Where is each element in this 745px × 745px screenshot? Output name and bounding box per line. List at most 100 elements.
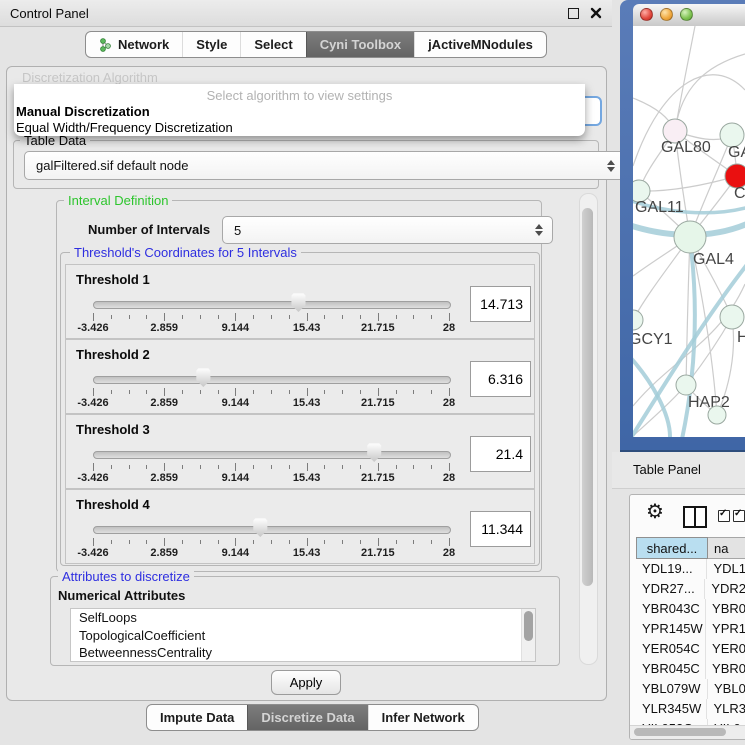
table-cell-name[interactable]: YLR3 <box>707 699 745 719</box>
network-edge[interactable] <box>675 26 695 131</box>
scrollbar-thumb[interactable] <box>524 611 533 641</box>
threshold-4-value-field[interactable]: 11.344 <box>470 511 531 547</box>
tab-impute-data[interactable]: Impute Data <box>147 705 247 730</box>
threshold-2-value-field[interactable]: 6.316 <box>470 361 531 397</box>
table-cell-name[interactable]: YBL0 <box>708 679 745 699</box>
tab-select[interactable]: Select <box>240 32 305 57</box>
combo-stepper-icon <box>535 224 543 236</box>
table-horizontal-scrollbar[interactable] <box>630 725 745 739</box>
table-cell-name[interactable]: YBR0 <box>706 599 745 619</box>
table-row[interactable]: YPR145WYPR1 <box>636 619 745 639</box>
tab-network[interactable]: Network <box>86 32 182 57</box>
zoom-traffic-light-icon[interactable] <box>680 8 693 21</box>
threshold-1-value-field[interactable]: 14.713 <box>470 286 531 322</box>
network-edge[interactable] <box>639 176 737 191</box>
number-of-intervals-combobox[interactable]: 5 <box>222 216 553 244</box>
threshold-3-slider-thumb[interactable] <box>367 443 382 462</box>
tab-style[interactable]: Style <box>182 32 240 57</box>
scrollbar-thumb[interactable] <box>634 728 726 736</box>
network-node-gal4[interactable] <box>674 221 706 253</box>
tab-cyni-toolbox[interactable]: Cyni Toolbox <box>306 32 414 57</box>
slider-tick-labels: -3.4262.8599.14415.4321.71528 <box>93 397 450 409</box>
tick-label: 2.859 <box>150 472 178 484</box>
tab-network-label: Network <box>118 37 169 52</box>
table-row[interactable]: YDL19...YDL1 <box>636 559 745 579</box>
table-cell-name[interactable]: YBR0 <box>706 659 745 679</box>
table-cell-name[interactable]: YER0 <box>706 639 745 659</box>
table-cell-name[interactable]: YPR1 <box>706 619 745 639</box>
list-item-selfloops[interactable]: SelfLoops <box>71 609 535 627</box>
minimize-traffic-light-icon[interactable] <box>660 8 673 21</box>
tick-label: 9.144 <box>222 397 250 409</box>
table-row[interactable]: YBL079WYBL0 <box>636 679 745 699</box>
slider-ticks <box>93 388 450 397</box>
threshold-1-slider-thumb[interactable] <box>291 293 306 312</box>
network-canvas[interactable]: GAL80GACGAL11GAL4GCY1HHAP2 <box>633 26 745 437</box>
network-node-gcy1[interactable] <box>633 310 643 330</box>
network-node-h[interactable] <box>720 305 744 329</box>
tick-label: 28 <box>443 322 455 334</box>
table-cell-shared-name[interactable]: YER054C <box>636 639 706 659</box>
gear-icon[interactable]: ⚙ <box>646 501 664 523</box>
checkbox-icon[interactable]: ✓ <box>718 510 730 522</box>
settings-vertical-scrollbar[interactable] <box>579 193 598 665</box>
threshold-slider-track[interactable] <box>93 451 451 459</box>
close-icon[interactable] <box>589 6 603 20</box>
tab-jactivemnodules[interactable]: jActiveMNodules <box>414 32 546 57</box>
network-node[interactable] <box>708 406 726 424</box>
threshold-1-panel: Threshold 1 14.713 -3.4262.8599.14415.43… <box>65 264 535 339</box>
table-cell-shared-name[interactable]: YBR043C <box>636 599 706 619</box>
tab-discretize-data[interactable]: Discretize Data <box>247 705 367 730</box>
table-cell-shared-name[interactable]: YPR145W <box>636 619 706 639</box>
network-node-hap2[interactable] <box>676 375 696 395</box>
column-header-shared-name[interactable]: shared... <box>636 537 708 559</box>
close-traffic-light-icon[interactable] <box>640 8 653 21</box>
table-cell-name[interactable]: YDR2 <box>705 579 745 599</box>
tick-label: 15.43 <box>293 472 321 484</box>
table-cell-shared-name[interactable]: YDR27... <box>636 579 705 599</box>
threshold-slider-track[interactable] <box>93 301 451 309</box>
table-cell-shared-name[interactable]: YBL079W <box>636 679 708 699</box>
table-cell-shared-name[interactable]: YLR345W <box>636 699 707 719</box>
network-edge[interactable] <box>675 54 745 131</box>
list-scrollbar[interactable] <box>521 609 535 661</box>
table-data-combobox[interactable]: galFiltered.sif default node <box>24 151 625 180</box>
threshold-4-slider-thumb[interactable] <box>253 518 268 537</box>
tick-label: 2.859 <box>150 397 178 409</box>
dropdown-option-equal-width-frequency[interactable]: Equal Width/Frequency Discretization <box>16 120 233 135</box>
tick-label: -3.426 <box>77 397 108 409</box>
tab-infer-network[interactable]: Infer Network <box>368 705 478 730</box>
column-header-name[interactable]: na <box>708 537 745 559</box>
table-cell-shared-name[interactable]: YDL19... <box>636 559 707 579</box>
network-graph: GAL80GACGAL11GAL4GCY1HHAP2 <box>633 26 745 437</box>
tick-label: 15.43 <box>293 322 321 334</box>
dropdown-placeholder-option[interactable]: Select algorithm to view settings <box>14 88 585 103</box>
panel-title: Control Panel <box>10 6 89 21</box>
table-row[interactable]: YER054CYER0 <box>636 639 745 659</box>
network-node-label: GAL4 <box>693 251 734 268</box>
checkbox-icon[interactable]: ✓ <box>733 510 745 522</box>
apply-button[interactable]: Apply <box>271 670 341 695</box>
tab-select-label: Select <box>254 37 292 52</box>
threshold-3-value-field[interactable]: 21.4 <box>470 436 531 472</box>
dropdown-option-manual-discretization[interactable]: Manual Discretization <box>16 104 150 119</box>
float-window-icon[interactable] <box>568 8 579 19</box>
table-row[interactable]: YBR045CYBR0 <box>636 659 745 679</box>
threshold-2-slider-thumb[interactable] <box>196 368 211 387</box>
list-item-betweennesscentrality[interactable]: BetweennessCentrality <box>71 644 535 662</box>
tick-label: -3.426 <box>77 472 108 484</box>
table-cell-shared-name[interactable]: YBR045C <box>636 659 706 679</box>
threshold-slider-track[interactable] <box>93 526 451 534</box>
network-window-titlebar[interactable] <box>633 4 745 27</box>
split-view-icon[interactable] <box>683 506 707 528</box>
list-item-topologicalcoefficient[interactable]: TopologicalCoefficient <box>71 627 535 645</box>
table-cell-name[interactable]: YDL1 <box>707 559 745 579</box>
table-row[interactable]: YDR27...YDR2 <box>636 579 745 599</box>
thresholds-group-label: Threshold's Coordinates for 5 Intervals <box>70 245 301 260</box>
table-row[interactable]: YBR043CYBR0 <box>636 599 745 619</box>
table-row[interactable]: YLR345WYLR3 <box>636 699 745 719</box>
network-icon <box>99 38 112 52</box>
network-edge[interactable] <box>686 237 690 385</box>
scrollbar-thumb[interactable] <box>582 208 593 586</box>
threshold-slider-track[interactable] <box>93 376 451 384</box>
